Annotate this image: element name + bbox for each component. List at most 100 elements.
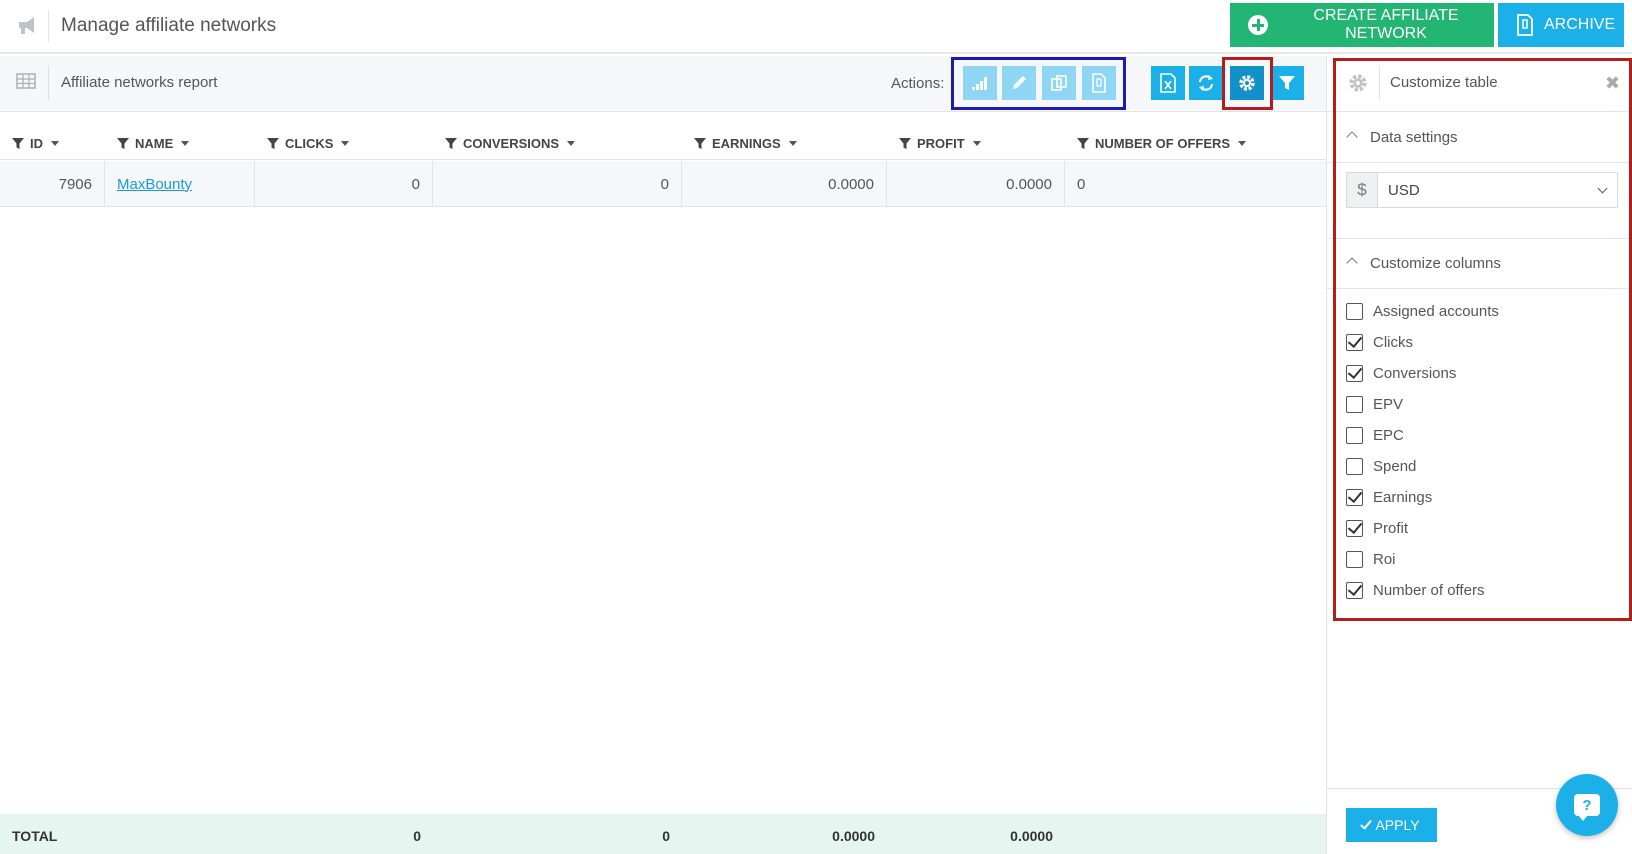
network-name-link[interactable]: MaxBounty [117, 176, 192, 193]
edit-action-button[interactable] [1002, 66, 1036, 100]
chevron-up-icon [1346, 257, 1358, 269]
column-checkbox-label: Spend [1373, 458, 1417, 475]
column-checkbox-label: Assigned accounts [1373, 303, 1499, 320]
total-earnings: 0.0000 [832, 828, 875, 844]
column-checkbox-label: EPV [1373, 396, 1404, 413]
panel-title: Customize table [1390, 74, 1498, 91]
column-checkbox-label: Earnings [1373, 489, 1433, 506]
column-checkbox-label: Clicks [1373, 334, 1413, 351]
column-checkbox-label: Roi [1373, 551, 1396, 568]
checkbox-unchecked[interactable] [1346, 303, 1363, 320]
cell-conversions: 0 [433, 161, 682, 207]
apply-label: APPLY [1375, 817, 1420, 833]
create-affiliate-network-button[interactable]: CREATE AFFILIATE NETWORK [1230, 3, 1494, 47]
column-header-conversions[interactable]: CONVERSIONS [445, 136, 576, 151]
checkbox-unchecked[interactable] [1346, 396, 1363, 413]
cell-earnings: 0.0000 [682, 161, 887, 207]
filter-icon [694, 137, 706, 149]
filter-icon [117, 137, 129, 149]
total-profit: 0.0000 [1010, 828, 1053, 844]
create-affiliate-network-label: CREATE AFFILIATE NETWORK [1313, 7, 1459, 42]
checkbox-checked[interactable] [1346, 489, 1363, 506]
column-checkbox-item[interactable]: EPC [1346, 420, 1616, 451]
column-checkbox-label: Conversions [1373, 365, 1457, 382]
column-header-label: NUMBER OF OFFERS [1095, 136, 1231, 151]
filter-icon [899, 137, 911, 149]
checkbox-checked[interactable] [1346, 520, 1363, 537]
report-toolbar: Affiliate networks report Actions: [0, 56, 1326, 112]
sort-caret-icon [972, 141, 981, 146]
column-checkbox-label: Profit [1373, 520, 1409, 537]
column-checkbox-item[interactable]: Roi [1346, 544, 1616, 575]
clone-action-button[interactable] [1042, 66, 1076, 100]
checkbox-checked[interactable] [1346, 582, 1363, 599]
column-header-clicks[interactable]: CLICKS [267, 136, 350, 151]
panel-header-separator [1379, 66, 1380, 100]
checkbox-unchecked[interactable] [1346, 551, 1363, 568]
column-header-profit[interactable]: PROFIT [899, 136, 981, 151]
column-header-number-of-offers[interactable]: NUMBER OF OFFERS [1077, 136, 1247, 151]
checkbox-checked[interactable] [1346, 334, 1363, 351]
column-header-label: PROFIT [917, 136, 965, 151]
chevron-up-icon [1346, 131, 1358, 143]
close-icon[interactable]: ✖ [1605, 73, 1620, 93]
help-chat-button[interactable]: ? [1556, 774, 1618, 836]
actions-label: Actions: [891, 75, 945, 92]
column-checkbox-item[interactable]: Earnings [1346, 482, 1616, 513]
stats-action-button[interactable] [963, 66, 997, 100]
table-row[interactable]: 7906 MaxBounty 0 0 0.0000 0.0000 0 [0, 161, 1326, 207]
sort-caret-icon [1238, 141, 1247, 146]
data-settings-section-toggle[interactable]: Data settings [1327, 113, 1632, 163]
customize-columns-section-toggle[interactable]: Customize columns [1327, 239, 1632, 289]
customize-table-button[interactable] [1230, 66, 1264, 100]
filter-icon [12, 137, 24, 149]
checkbox-unchecked[interactable] [1346, 458, 1363, 475]
archive-button[interactable]: ARCHIVE [1498, 3, 1624, 47]
filter-icon [267, 137, 279, 149]
column-checkbox-item[interactable]: Assigned accounts [1346, 296, 1616, 327]
column-header-name[interactable]: NAME [117, 136, 190, 151]
column-checkbox-item[interactable]: Clicks [1346, 327, 1616, 358]
copy-icon [1051, 75, 1067, 91]
checkbox-unchecked[interactable] [1346, 427, 1363, 444]
toolbar-separator [48, 66, 49, 100]
column-checkbox-item[interactable]: Profit [1346, 513, 1616, 544]
column-header-label: NAME [135, 136, 174, 151]
checkbox-checked[interactable] [1346, 365, 1363, 382]
table-header: ID NAME CLICKS CONVERSIONS EARNINGS PROF… [0, 122, 1326, 160]
column-checkbox-list: Assigned accounts Clicks Conversions EPV EPC… [1346, 296, 1616, 606]
column-header-earnings[interactable]: EARNINGS [694, 136, 797, 151]
bar-chart-icon [972, 77, 987, 90]
column-checkbox-item[interactable]: EPV [1346, 389, 1616, 420]
apply-button[interactable]: APPLY [1346, 808, 1437, 842]
dollar-icon: $ [1347, 173, 1378, 207]
currency-select[interactable]: $ USD [1346, 172, 1618, 208]
refresh-button[interactable] [1189, 66, 1223, 100]
archive-label: ARCHIVE [1544, 16, 1616, 33]
currency-value: USD [1388, 181, 1420, 199]
sort-caret-icon [341, 141, 350, 146]
pencil-icon [1013, 76, 1026, 89]
refresh-icon [1198, 75, 1214, 91]
archive-file-icon [1517, 14, 1533, 36]
sort-caret-icon [51, 141, 59, 146]
page-title: Manage affiliate networks [61, 15, 277, 36]
column-checkbox-item[interactable]: Number of offers [1346, 575, 1616, 606]
column-checkbox-item[interactable]: Conversions [1346, 358, 1616, 389]
chevron-down-icon [1587, 173, 1617, 207]
gear-icon [1349, 74, 1367, 92]
total-conversions: 0 [662, 828, 670, 844]
customize-columns-label: Customize columns [1370, 255, 1501, 272]
filter-icon [445, 137, 457, 149]
sort-caret-icon [567, 141, 576, 146]
cell-id: 7906 [0, 161, 105, 207]
archive-action-button[interactable] [1082, 66, 1116, 100]
column-checkbox-item[interactable]: Spend [1346, 451, 1616, 482]
filter-button[interactable] [1270, 66, 1304, 100]
column-header-id[interactable]: ID [12, 136, 59, 151]
export-excel-button[interactable] [1151, 66, 1185, 100]
table-grid-icon [16, 73, 36, 89]
column-header-label: CLICKS [285, 136, 334, 151]
megaphone-icon [19, 17, 34, 34]
excel-export-icon [1160, 73, 1176, 93]
